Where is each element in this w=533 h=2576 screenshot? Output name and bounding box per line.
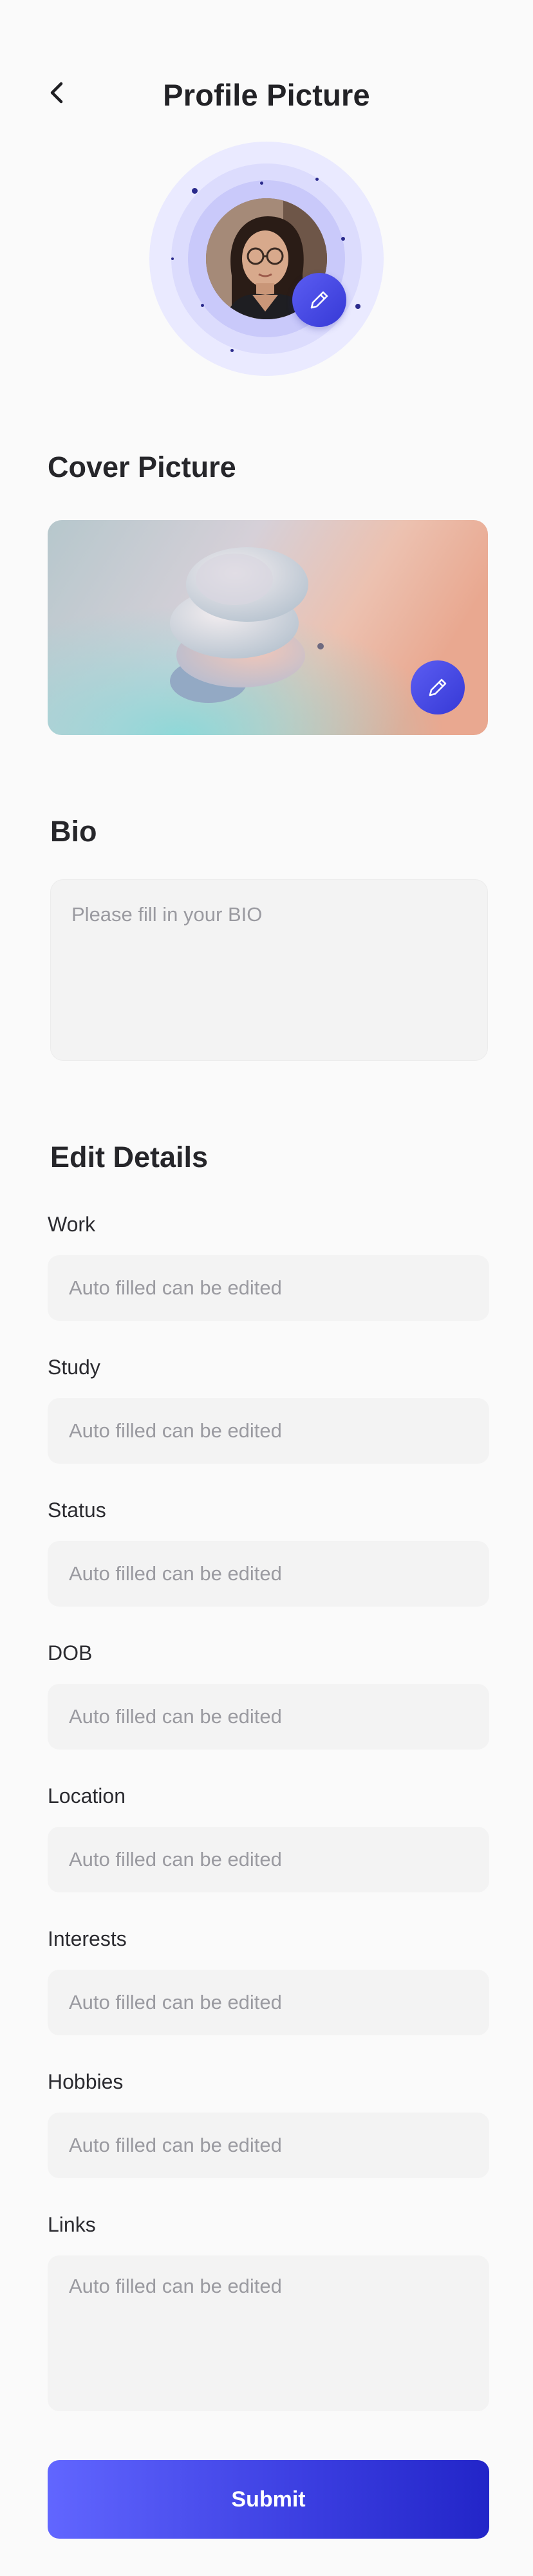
decor-dot <box>341 237 345 241</box>
bio-section-title: Bio <box>50 815 97 848</box>
dob-placeholder: Auto filled can be edited <box>69 1705 282 1728</box>
decor-dot <box>260 182 263 185</box>
decor-dot <box>315 178 319 181</box>
work-label: Work <box>48 1213 96 1236</box>
avatar-edit-button[interactable] <box>292 273 346 327</box>
cover-edit-button[interactable] <box>411 660 465 714</box>
interests-placeholder: Auto filled can be edited <box>69 1991 282 2013</box>
hobbies-placeholder: Auto filled can be edited <box>69 2134 282 2156</box>
links-field[interactable]: Auto filled can be edited <box>48 2255 489 2411</box>
links-label: Links <box>48 2213 96 2236</box>
hobbies-field[interactable]: Auto filled can be edited <box>48 2113 489 2178</box>
header: Profile Picture <box>0 72 533 113</box>
dob-label: DOB <box>48 1641 93 1665</box>
avatar-container <box>149 142 384 376</box>
status-label: Status <box>48 1498 106 1522</box>
decor-dot <box>192 188 198 194</box>
cover-picture[interactable] <box>48 520 488 735</box>
hobbies-label: Hobbies <box>48 2070 124 2093</box>
location-placeholder: Auto filled can be edited <box>69 1848 282 1871</box>
submit-button[interactable]: Submit <box>48 2460 489 2539</box>
study-placeholder: Auto filled can be edited <box>69 1419 282 1442</box>
bio-textarea[interactable]: Please fill in your BIO <box>50 879 488 1061</box>
pencil-icon <box>429 678 447 696</box>
dob-field[interactable]: Auto filled can be edited <box>48 1684 489 1750</box>
page-title: Profile Picture <box>163 78 370 112</box>
bio-placeholder: Please fill in your BIO <box>71 903 263 926</box>
decor-dot <box>171 257 174 260</box>
decor-dot <box>355 304 360 309</box>
location-label: Location <box>48 1784 126 1807</box>
interests-field[interactable]: Auto filled can be edited <box>48 1970 489 2035</box>
work-field[interactable]: Auto filled can be edited <box>48 1255 489 1321</box>
study-label: Study <box>48 1356 100 1379</box>
work-placeholder: Auto filled can be edited <box>69 1276 282 1299</box>
details-section-title: Edit Details <box>50 1141 209 1173</box>
study-field[interactable]: Auto filled can be edited <box>48 1398 489 1464</box>
cover-section-title: Cover Picture <box>48 451 236 483</box>
decor-dot <box>230 349 234 352</box>
interests-label: Interests <box>48 1927 127 1950</box>
pencil-icon <box>310 291 328 309</box>
status-field[interactable]: Auto filled can be edited <box>48 1541 489 1607</box>
location-field[interactable]: Auto filled can be edited <box>48 1827 489 1892</box>
status-placeholder: Auto filled can be edited <box>69 1562 282 1585</box>
links-placeholder: Auto filled can be edited <box>69 2275 282 2297</box>
decor-dot <box>201 304 204 307</box>
